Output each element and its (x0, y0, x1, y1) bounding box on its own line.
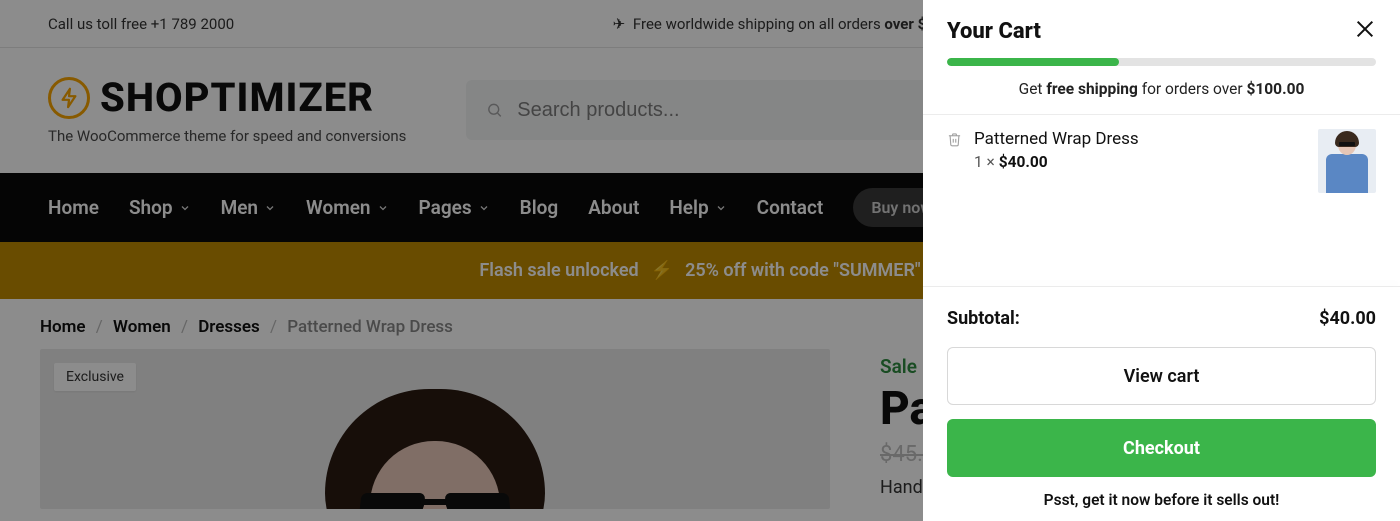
ship-text: Get (1019, 80, 1047, 98)
item-price: $40.00 (999, 153, 1048, 171)
subtotal-value: $40.00 (1319, 308, 1376, 329)
ship-text: for orders over (1138, 80, 1247, 98)
close-icon[interactable] (1354, 18, 1376, 44)
qty-text: 1 × (974, 153, 999, 171)
checkout-button[interactable]: Checkout (947, 419, 1376, 477)
ship-threshold: $100.00 (1247, 80, 1305, 98)
shipping-progress (947, 58, 1376, 66)
cart-footer: Subtotal: $40.00 View cart Checkout Psst… (923, 288, 1400, 521)
cart-item-name[interactable]: Patterned Wrap Dress (974, 129, 1306, 149)
view-cart-button[interactable]: View cart (947, 347, 1376, 405)
trash-icon[interactable] (947, 132, 962, 151)
shipping-progress-bar (947, 58, 1119, 66)
cart-drawer: Your Cart Get free shipping for orders o… (923, 0, 1400, 521)
cart-item-thumb[interactable] (1318, 129, 1376, 193)
cart-items: Patterned Wrap Dress 1 × $40.00 (923, 115, 1400, 207)
subtotal-label: Subtotal: (947, 308, 1020, 329)
ship-bold: free shipping (1046, 80, 1138, 98)
cart-item: Patterned Wrap Dress 1 × $40.00 (947, 129, 1376, 193)
shipping-message: Get free shipping for orders over $100.0… (923, 66, 1400, 115)
cart-title: Your Cart (947, 19, 1041, 44)
urgency-text: Psst, get it now before it sells out! (947, 491, 1376, 509)
cart-item-qty: 1 × $40.00 (974, 153, 1306, 171)
